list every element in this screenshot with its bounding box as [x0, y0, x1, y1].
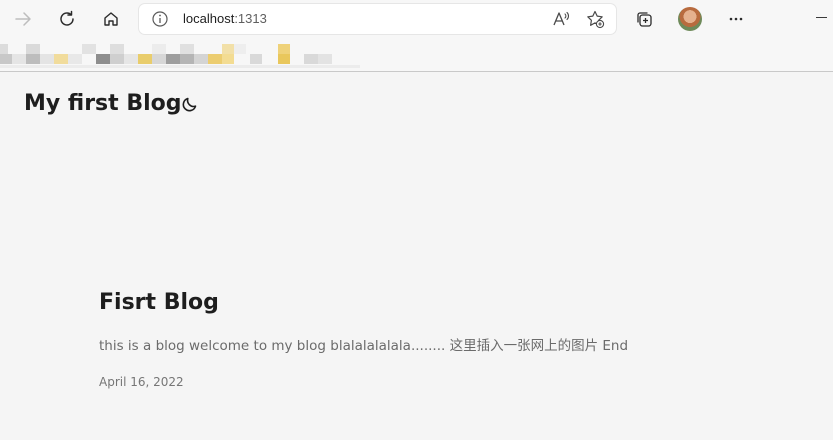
favorite-item-blurred[interactable] — [82, 44, 96, 54]
post-title[interactable]: Fisrt Blog — [99, 288, 219, 318]
refresh-icon — [60, 10, 74, 26]
star-add-icon[interactable] — [585, 9, 605, 29]
favorite-item-blurred[interactable] — [0, 54, 12, 64]
favorites-bar-shadow — [0, 65, 360, 68]
favorite-item-blurred[interactable] — [180, 44, 194, 54]
favorite-item-blurred[interactable] — [40, 54, 54, 64]
favorite-item-blurred[interactable] — [124, 54, 138, 64]
favorite-item-blurred[interactable] — [110, 54, 124, 64]
avatar[interactable] — [678, 7, 702, 31]
favorite-item-blurred[interactable] — [222, 54, 234, 64]
favorite-item-blurred[interactable] — [278, 44, 290, 54]
favorite-item-blurred[interactable] — [68, 54, 82, 64]
minimize-icon[interactable] — [816, 17, 827, 18]
collections-button[interactable] — [630, 5, 658, 33]
page-content: My first Blog Fisrt Blog this is a blog … — [0, 72, 833, 440]
collections-icon — [637, 12, 652, 27]
more-icon — [729, 17, 743, 21]
refresh-button[interactable] — [53, 5, 81, 33]
favorite-item-blurred[interactable] — [278, 54, 290, 64]
back-button[interactable] — [9, 5, 37, 33]
favorite-item-blurred[interactable] — [26, 44, 40, 54]
favorite-item-blurred[interactable] — [110, 44, 124, 54]
favorite-item-blurred[interactable] — [194, 54, 208, 64]
post-date: April 16, 2022 — [99, 375, 184, 389]
info-icon[interactable] — [151, 10, 169, 28]
favorite-item-blurred[interactable] — [26, 54, 40, 64]
favorite-item-blurred[interactable] — [0, 44, 8, 54]
favorite-item-blurred[interactable] — [222, 44, 234, 54]
moon-icon — [182, 97, 197, 112]
arrow-left-icon — [15, 12, 31, 26]
url-text[interactable]: localhost:1313 — [183, 11, 267, 26]
favorite-item-blurred[interactable] — [166, 54, 180, 64]
favorite-item-blurred[interactable] — [96, 54, 110, 64]
favorite-item-blurred[interactable] — [12, 54, 26, 64]
favorite-item-blurred[interactable] — [318, 54, 332, 64]
favorites-bar — [0, 40, 833, 71]
browser-toolbar: localhost:1313 — [0, 0, 833, 40]
favorite-item-blurred[interactable] — [180, 54, 194, 64]
more-button[interactable] — [722, 5, 750, 33]
favorite-item-blurred[interactable] — [54, 54, 68, 64]
url-host: localhost — [183, 11, 235, 26]
home-icon — [104, 12, 118, 26]
home-button[interactable] — [97, 5, 125, 33]
theme-toggle-button[interactable] — [180, 94, 200, 114]
favorite-item-blurred[interactable] — [234, 44, 246, 54]
url-port: :1313 — [234, 11, 267, 26]
favorite-item-blurred[interactable] — [208, 54, 222, 64]
post-summary: this is a blog welcome to my blog blalal… — [99, 338, 629, 354]
address-bar[interactable]: localhost:1313 — [139, 4, 616, 34]
favorite-item-blurred[interactable] — [152, 54, 166, 64]
favorite-item-blurred[interactable] — [250, 54, 262, 64]
site-title[interactable]: My first Blog — [24, 90, 182, 118]
favorite-item-blurred[interactable] — [304, 54, 318, 64]
favorite-item-blurred[interactable] — [152, 44, 166, 54]
read-aloud-icon[interactable] — [551, 9, 571, 29]
favorite-item-blurred[interactable] — [138, 54, 152, 64]
